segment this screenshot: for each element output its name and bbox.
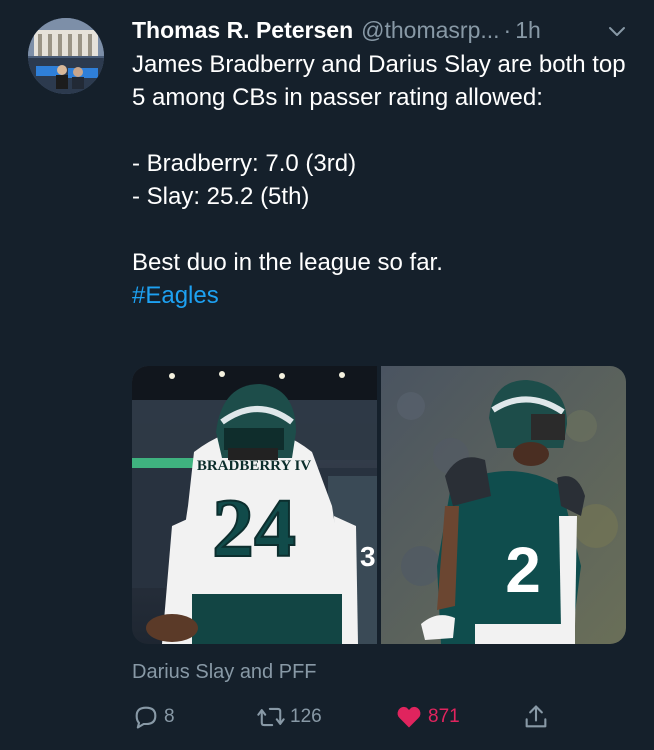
jersey-number: 2 — [505, 534, 541, 606]
retweet-button[interactable]: 126 — [256, 700, 322, 734]
tweet-media: 3 BRADBERRY IV 24 2 — [132, 366, 626, 644]
tweet-text: James Bradberry and Darius Slay are both… — [132, 48, 628, 312]
reply-icon — [135, 706, 157, 729]
action-bar: 8 126 871 — [132, 700, 626, 734]
timestamp[interactable]: 1h — [515, 14, 541, 46]
tweet-text-line: - Slay: 25.2 (5th) — [132, 183, 310, 210]
media-caption[interactable]: Darius Slay and PFF — [132, 658, 317, 686]
avatar[interactable] — [28, 18, 104, 94]
jersey-number: 24 — [212, 482, 296, 575]
tweet[interactable]: Thomas R. Petersen @thomasrp... · 1h Jam… — [0, 0, 654, 750]
media-photo-right[interactable]: 2 — [381, 366, 626, 644]
svg-text:3: 3 — [360, 541, 376, 572]
media-photo-left[interactable]: 3 BRADBERRY IV 24 — [132, 366, 377, 644]
retweet-count: 126 — [290, 706, 322, 727]
separator-dot: · — [503, 17, 512, 43]
heart-icon — [397, 706, 421, 728]
tweet-header: Thomas R. Petersen @thomasrp... · 1h — [132, 14, 628, 46]
reply-count: 8 — [164, 706, 175, 727]
tweet-text-line: - Bradberry: 7.0 (3rd) — [132, 150, 357, 177]
reply-button[interactable]: 8 — [132, 700, 175, 734]
jersey-nameplate: BRADBERRY IV — [197, 458, 312, 474]
tweet-text-line: Best duo in the league so far. — [132, 249, 443, 276]
avatar-image — [28, 18, 104, 94]
photo-left-image: 3 BRADBERRY IV 24 — [132, 366, 377, 644]
author-name[interactable]: Thomas R. Petersen — [132, 14, 353, 46]
hashtag-link[interactable]: #Eagles — [132, 279, 628, 312]
tweet-content: Thomas R. Petersen @thomasrp... · 1h Jam… — [132, 14, 628, 312]
like-count: 871 — [428, 706, 460, 727]
chevron-down-icon[interactable] — [606, 20, 628, 42]
author-handle[interactable]: @thomasrp... — [361, 14, 499, 46]
share-icon — [525, 705, 547, 728]
tweet-text-line: James Bradberry and Darius Slay are both… — [132, 51, 626, 111]
share-button[interactable] — [522, 700, 554, 734]
retweet-icon — [257, 707, 285, 727]
like-button[interactable]: 871 — [394, 700, 460, 734]
photo-right-image: 2 — [381, 366, 626, 644]
